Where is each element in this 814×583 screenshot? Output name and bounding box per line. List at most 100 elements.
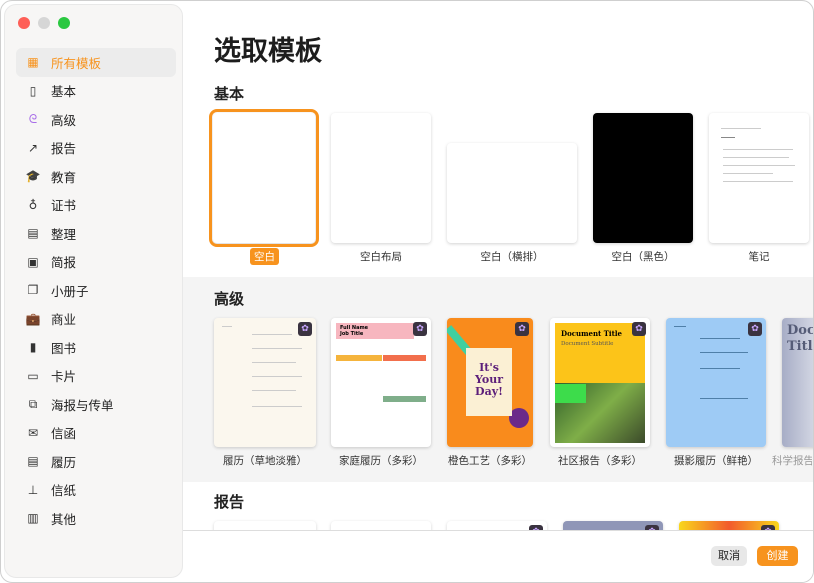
card-icon: ▭ <box>24 369 42 383</box>
template-chooser-window: ▦ 所有模板 ▯ 基本 ᘓ 高级 ↗报告 🎓 教育 ♁ 证书 ▤ 整理 ▣ 简报 ❐ 小册子 💼 商业 ▮ 图书 ▭ 卡片 ⧉… <box>0 0 814 583</box>
template-blank-layout[interactable] <box>331 113 431 243</box>
template-blank-black[interactable] <box>593 113 693 243</box>
sidebar-item[interactable]: ▣ 简报 <box>16 248 176 277</box>
thumb-text: Day! <box>466 386 512 398</box>
thumb-text: Document Subtitle <box>561 341 639 347</box>
thumb-text: Title <box>787 339 813 355</box>
sidebar-item-label: 所有模板 <box>51 53 101 72</box>
sidebar-item-label: 履历 <box>51 452 76 471</box>
template-family-resume[interactable]: Full NameJob Title ✿ <box>331 318 431 447</box>
sidebar-item[interactable]: ❐ 小册子 <box>16 276 176 305</box>
graduation-cap-icon: 🎓 <box>24 169 42 183</box>
sidebar-item-label: 信纸 <box>51 480 76 499</box>
window-controls <box>18 17 70 29</box>
sidebar-item-label: 卡片 <box>51 366 76 385</box>
sidebar-item[interactable]: 💼 商业 <box>16 305 176 334</box>
template-orange-craft[interactable]: It'sYourDay! ✿ <box>447 318 533 447</box>
sidebar-item-label: 报告 <box>51 138 76 157</box>
sidebar: ▦ 所有模板 ▯ 基本 ᘓ 高级 ↗报告 🎓 教育 ♁ 证书 ▤ 整理 ▣ 简报 ❐ 小册子 💼 商业 ▮ 图书 ▭ 卡片 ⧉… <box>4 4 183 578</box>
page-title: 选取模板 <box>214 29 322 68</box>
template-science-report[interactable]: DocuTitle <box>782 318 813 447</box>
template-label: 履历（草地淡雅） <box>200 453 330 468</box>
premium-icon: ✿ <box>515 322 529 336</box>
other-icon: ▥ <box>24 511 42 525</box>
book-icon: ▮ <box>24 340 42 354</box>
sidebar-item[interactable]: ▭ 卡片 <box>16 362 176 391</box>
premium-icon: ✿ <box>632 322 646 336</box>
footer-bar: 取消 创建 <box>183 530 813 582</box>
poster-icon: ⧉ <box>24 397 42 412</box>
thumb-text: Document Title <box>561 329 639 338</box>
sidebar-item-label: 简报 <box>51 252 76 271</box>
cancel-button[interactable]: 取消 <box>711 546 747 566</box>
sidebar-item[interactable]: ▯ 基本 <box>16 77 176 106</box>
template-label: 空白布局 <box>316 249 446 264</box>
sidebar-item-label: 教育 <box>51 167 76 186</box>
template-resume-grass[interactable]: ✿ <box>214 318 316 447</box>
sidebar-item[interactable]: ⧉ 海报与传单 <box>16 390 176 419</box>
sidebar-item[interactable]: ▥ 其他 <box>16 504 176 533</box>
sidebar-item[interactable]: ▤ 履历 <box>16 447 176 476</box>
thumb-text: Docu <box>787 323 813 339</box>
section-title-basic: 基本 <box>214 83 244 104</box>
template-label: 社区报告（多彩） <box>535 453 665 468</box>
sidebar-item[interactable]: ♁ 证书 <box>16 191 176 220</box>
briefcase-icon: 💼 <box>24 312 42 326</box>
grid-icon: ▦ <box>24 55 42 69</box>
template-blank-landscape[interactable] <box>447 143 577 243</box>
advanced-section: 高级 ✿ 履历（草地淡雅） Full NameJob Title ✿ 家庭履历（… <box>183 277 813 482</box>
premium-icon: ✿ <box>748 322 762 336</box>
envelope-icon: ✉ <box>24 426 42 440</box>
template-community-report[interactable]: Document Title Document Subtitle ✿ <box>550 318 650 447</box>
sidebar-item-label: 高级 <box>51 110 76 129</box>
premium-icon: ✿ <box>298 322 312 336</box>
close-button[interactable] <box>18 17 30 29</box>
category-list: ▦ 所有模板 ▯ 基本 ᘓ 高级 ↗报告 🎓 教育 ♁ 证书 ▤ 整理 ▣ 简报 ❐ 小册子 💼 商业 ▮ 图书 ▭ 卡片 ⧉… <box>16 48 176 533</box>
template-note[interactable] <box>709 113 809 243</box>
zoom-button[interactable] <box>58 17 70 29</box>
template-photo-resume[interactable]: ✿ <box>666 318 766 447</box>
sidebar-item[interactable]: 🎓 教育 <box>16 162 176 191</box>
template-report[interactable]: ✿ <box>563 521 663 530</box>
sidebar-item[interactable]: ᘓ 高级 <box>16 105 176 134</box>
sidebar-item-label: 证书 <box>51 195 76 214</box>
award-icon: ♁ <box>24 198 42 212</box>
thumb-text: Job Title <box>340 331 363 337</box>
template-label: 空白 <box>250 248 279 265</box>
sidebar-item-label: 信函 <box>51 423 76 442</box>
organizer-icon: ▤ <box>24 226 42 240</box>
brochure-icon: ❐ <box>24 283 42 297</box>
template-label: 摄影履历（鲜艳） <box>651 453 781 468</box>
resume-icon: ▤ <box>24 454 42 468</box>
template-label: 科学报告 <box>772 453 812 468</box>
sidebar-item-label: 小册子 <box>51 281 89 300</box>
sidebar-item[interactable]: ▦ 所有模板 <box>16 48 176 77</box>
template-report[interactable]: ✿ <box>447 521 547 530</box>
template-label: 空白（黑色） <box>578 249 708 264</box>
section-title-advanced: 高级 <box>214 288 244 309</box>
sidebar-item-label: 商业 <box>51 309 76 328</box>
sidebar-item[interactable]: ▮ 图书 <box>16 333 176 362</box>
sidebar-item-label: 图书 <box>51 338 76 357</box>
sidebar-item-label: 基本 <box>51 81 76 100</box>
sidebar-item-label: 整理 <box>51 224 76 243</box>
document-icon: ▯ <box>24 84 42 98</box>
template-blank[interactable] <box>213 113 315 243</box>
ribbon-icon: ᘓ <box>24 112 42 127</box>
sidebar-item-label: 海报与传单 <box>51 395 114 414</box>
template-label: 空白（横排） <box>447 249 577 264</box>
template-gallery: 选取模板 基本 空白 空白布局 空白（横排） 空白（黑色） 笔记 高级 ✿ 履历… <box>183 1 813 530</box>
minimize-button[interactable] <box>38 17 50 29</box>
newsletter-icon: ▣ <box>24 255 42 269</box>
template-label: 笔记 <box>694 249 813 264</box>
sidebar-item[interactable]: ▤ 整理 <box>16 219 176 248</box>
sidebar-item[interactable]: ↗报告 <box>16 134 176 163</box>
template-report[interactable]: ✿ <box>679 521 779 530</box>
template-report[interactable] <box>214 521 316 530</box>
sidebar-item-label: 其他 <box>51 509 76 528</box>
section-title-reports: 报告 <box>214 491 244 512</box>
template-report[interactable] <box>331 521 431 530</box>
create-button[interactable]: 创建 <box>757 546 798 566</box>
sidebar-item[interactable]: ⊥信纸 <box>16 476 176 505</box>
sidebar-item[interactable]: ✉ 信函 <box>16 419 176 448</box>
